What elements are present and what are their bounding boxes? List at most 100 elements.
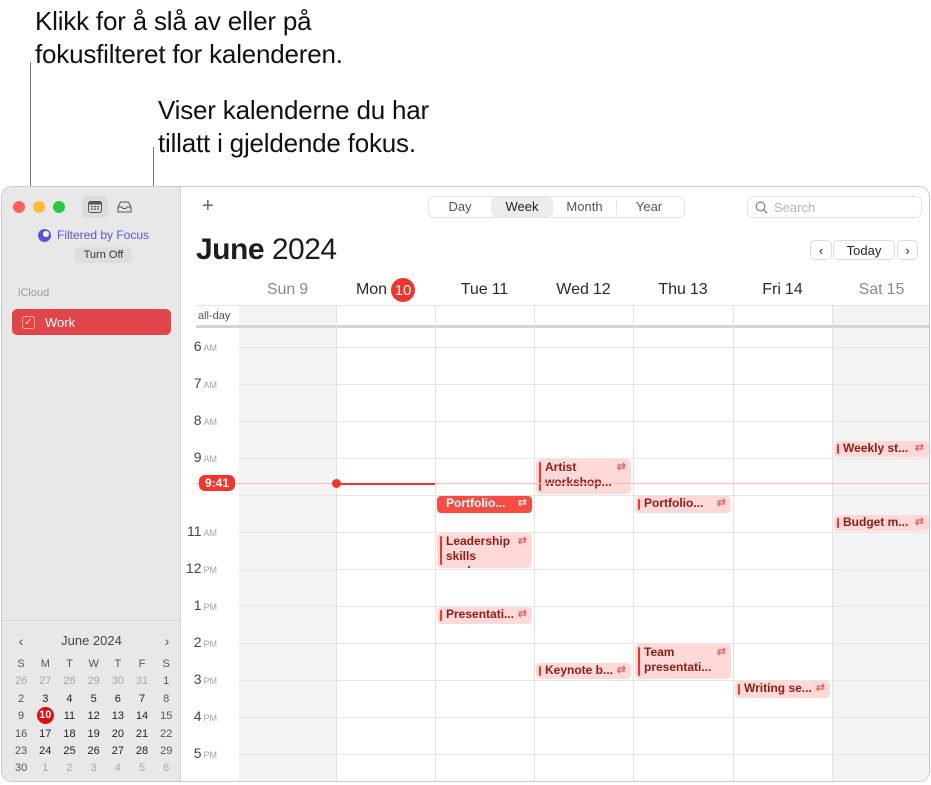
mini-calendar-day[interactable]: 5 [82,691,106,707]
mini-calendar-day[interactable]: 3 [82,760,106,776]
event-title: skills work... [446,549,484,568]
hour-line [239,495,929,496]
mini-calendar-day[interactable]: 22 [154,726,178,742]
hour-number: 3 [193,671,202,687]
mini-calendar-day[interactable]: 30 [106,673,130,689]
day-header-wed[interactable]: Wed 12 [534,279,633,301]
checkbox-checked-icon[interactable]: ✓ [22,315,35,329]
mini-calendar-day[interactable]: 9 [9,708,33,724]
mini-calendar-day[interactable]: 19 [82,726,106,742]
calendar-event[interactable]: Portfolio... ⇄ [635,496,731,513]
next-week-button[interactable]: › [897,240,918,260]
hour-period: AM [203,528,218,538]
mini-calendar-day[interactable]: 28 [130,743,154,759]
mini-calendar-day[interactable]: 18 [57,726,81,742]
mini-calendar-day[interactable]: 6 [106,691,130,707]
calendar-event[interactable]: Presentati... ⇄ [437,607,532,624]
zoom-window-button[interactable] [53,201,65,213]
mini-calendar-weekday: F [138,658,146,670]
event-title: Budget m... [843,514,909,529]
close-window-button[interactable] [13,201,25,213]
mini-calendar-day[interactable]: 27 [33,673,57,689]
hour-label: 8 AM [182,412,217,428]
mini-calendar-day[interactable]: 25 [57,743,81,759]
day-name: Thu [658,281,686,298]
day-header-thu[interactable]: Thu 13 [633,279,733,301]
mini-calendar-day[interactable]: 1 [33,760,57,776]
mini-calendar-day[interactable]: 12 [82,708,106,724]
inbox-button[interactable] [111,196,137,218]
mini-calendar-weekday: M [40,658,50,670]
day-header-sat[interactable]: Sat 15 [832,279,929,301]
mini-calendar-day[interactable]: 27 [106,743,130,759]
calendar-event[interactable]: Keynote b... ⇄ [536,662,631,679]
day-date: 9 [299,281,309,298]
mini-calendar-day[interactable]: 6 [154,760,178,776]
mini-calendar-day[interactable]: 3 [33,691,57,707]
mini-calendar-day[interactable]: 28 [57,673,81,689]
calendar-event[interactable]: Artist workshop... ⇄ [536,459,631,494]
mini-calendar-day[interactable]: 26 [9,673,33,689]
day-header-mon[interactable]: Mon 10 [336,278,435,302]
mini-calendar-day[interactable]: 26 [82,743,106,759]
previous-week-button[interactable]: ‹ [810,240,832,260]
calendar-event[interactable]: Budget m... ⇄ [834,514,929,531]
tab-week[interactable]: Week [491,197,553,217]
mini-calendar-day[interactable]: 21 [130,726,154,742]
mini-calendar-day[interactable]: 2 [9,691,33,707]
mini-calendar-day[interactable]: 31 [130,673,154,689]
repeat-icon: ⇄ [517,497,527,509]
day-header-tue[interactable]: Tue 11 [435,279,534,301]
mini-calendar-day[interactable]: 23 [9,743,33,759]
calendar-list-toggle-button[interactable] [82,196,108,218]
mini-calendar-day[interactable]: 2 [57,760,81,776]
mini-calendar-day[interactable]: 14 [130,708,154,724]
mini-calendar-day[interactable]: 29 [82,673,106,689]
calendar-event[interactable]: Leadershipskills work... ⇄ [437,533,532,568]
day-header-fri[interactable]: Fri 14 [733,279,832,301]
tab-day[interactable]: Day [429,197,491,217]
mini-calendar-day[interactable]: 30 [9,760,33,776]
day-header-sun[interactable]: Sun 9 [239,279,336,301]
day-name: Sun [266,281,296,298]
tab-year[interactable]: Year [617,197,681,217]
mini-calendar-day[interactable]: 4 [57,691,81,707]
mini-calendar-day[interactable]: 15 [154,708,178,724]
callout-line: tillatt i gjeldende fokus. [158,128,416,158]
day-name: Wed [556,281,589,298]
calendar-event[interactable]: Writing se... ⇄ [735,681,830,698]
mini-calendar-day[interactable]: 16 [9,726,33,742]
today-button[interactable]: Today [833,240,895,260]
mini-calendar-day[interactable]: 11 [57,708,81,724]
mini-calendar-day[interactable]: 24 [33,743,57,759]
hour-number: 12 [185,560,202,576]
tab-month[interactable]: Month [553,200,617,214]
mini-calendar-day[interactable]: 29 [154,743,178,759]
mini-calendar-weekday: T [66,658,73,670]
mini-calendar-day[interactable]: 4 [106,760,130,776]
add-event-button[interactable]: + [202,195,214,218]
search-field[interactable]: Search [747,196,922,218]
hour-number: 8 [193,412,202,428]
minimize-window-button[interactable] [33,201,45,213]
calendar-event[interactable]: Team presentati... ⇄ [635,644,731,679]
mini-calendar-day[interactable]: 8 [154,691,178,707]
chevron-left-icon[interactable]: ‹ [14,633,28,649]
mini-calendar-day[interactable]: 20 [106,726,130,742]
mini-calendar-day[interactable]: 5 [130,760,154,776]
weekend-column [832,305,929,781]
grid-column-line [534,305,535,781]
calendar-event[interactable]: Portfolio... ⇄ [437,496,532,513]
mini-calendar-today[interactable]: 10 [36,707,54,725]
year-label: 2024 [271,233,337,266]
mini-calendar-day[interactable]: 1 [154,673,178,689]
calendar-event[interactable]: Weekly st... ⇄ [834,440,929,457]
mini-calendar-day[interactable]: 7 [130,691,154,707]
chevron-right-icon[interactable]: › [160,633,174,649]
mini-calendar-day[interactable]: 17 [33,726,57,742]
turn-off-focus-filter-button[interactable]: Turn Off [75,247,132,263]
calendar-item-work[interactable]: ✓ Work [12,309,171,335]
hour-label: 4 PM [182,708,217,724]
hour-line [239,606,929,607]
mini-calendar-day[interactable]: 13 [106,708,130,724]
